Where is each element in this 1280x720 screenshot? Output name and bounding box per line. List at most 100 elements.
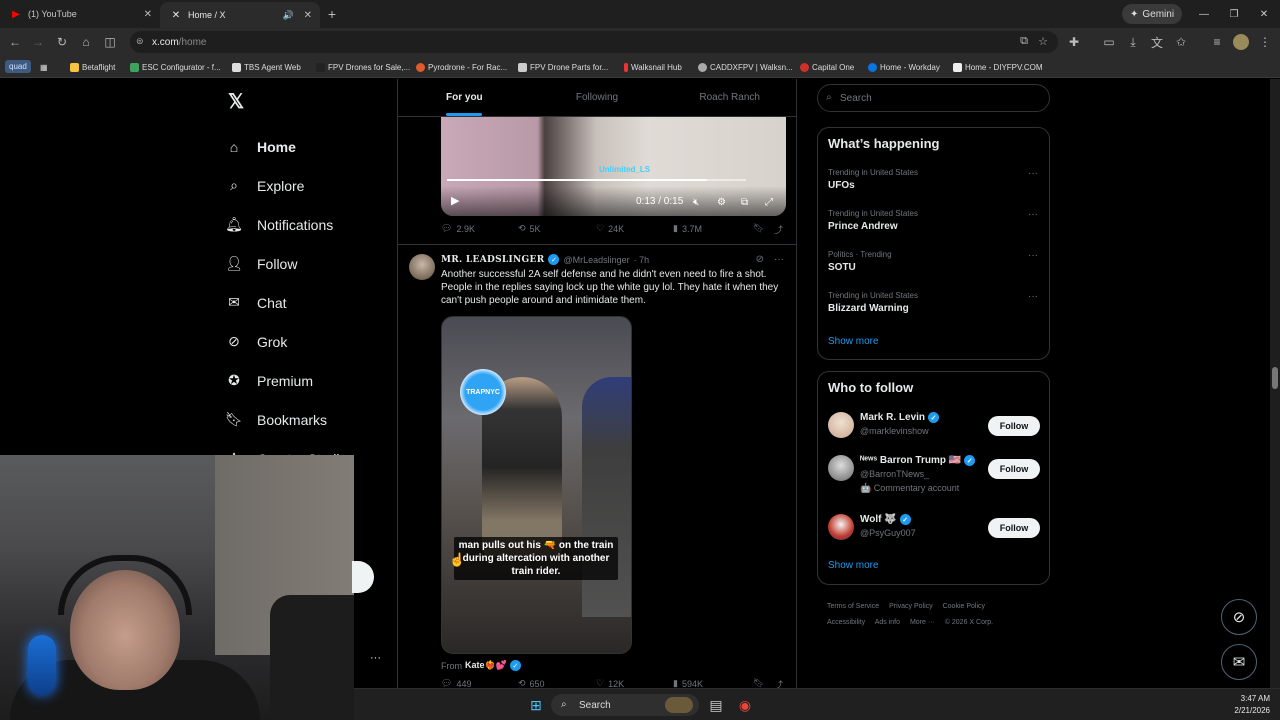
bookmark-tbs-agent[interactable]: TBS Agent Web bbox=[232, 60, 301, 74]
share-icon[interactable]: ⤴ bbox=[774, 678, 783, 688]
video-scrubber[interactable] bbox=[447, 179, 746, 181]
post-time[interactable]: · 7h bbox=[634, 255, 650, 265]
nav-chat[interactable]: ✉ Chat bbox=[225, 283, 347, 322]
author-handle[interactable]: @MrLeadslinger bbox=[563, 255, 629, 265]
views-button[interactable]: ▮ 594K bbox=[673, 678, 703, 688]
x-logo[interactable]: 𝕏 bbox=[228, 89, 244, 114]
tab-for-you[interactable]: For you bbox=[398, 79, 531, 116]
bookmark-icon[interactable]: 🔖︎ bbox=[753, 678, 764, 688]
avatar[interactable] bbox=[828, 455, 854, 481]
nav-bookmarks[interactable]: 🔖︎ Bookmarks bbox=[225, 400, 347, 439]
bookmark-star-icon[interactable]: ✩ bbox=[1173, 34, 1189, 50]
close-window-button[interactable]: ✕ bbox=[1248, 0, 1280, 28]
windows-start-icon[interactable]: ⊞ bbox=[526, 695, 546, 715]
share-icon[interactable]: ⤴ bbox=[774, 223, 783, 236]
footer-link[interactable]: More ··· bbox=[910, 619, 935, 626]
tab-x-home[interactable]: ✕ Home / X 🔊 ✕ bbox=[160, 2, 320, 28]
bookmark-pyrodrone[interactable]: Pyrodrone - For Rac... bbox=[416, 60, 507, 74]
extensions-icon[interactable]: ✚ bbox=[1066, 34, 1082, 50]
nav-follow[interactable]: 👤︎ Follow bbox=[225, 244, 347, 283]
reply-button[interactable]: 💬︎ 449 bbox=[441, 678, 471, 688]
profile-avatar[interactable] bbox=[1233, 34, 1249, 50]
more-icon[interactable]: ··· bbox=[1028, 168, 1038, 179]
chrome-icon[interactable]: ◉ bbox=[735, 695, 755, 715]
translate-icon[interactable]: 文 bbox=[1149, 34, 1165, 50]
avatar[interactable] bbox=[828, 514, 854, 540]
bookmark-diyfpv[interactable]: Home - DIYFPV.COM bbox=[953, 60, 1043, 74]
mute-icon[interactable]: 🔇︎ bbox=[693, 197, 699, 208]
trend-item[interactable]: Trending in United States Blizzard Warni… bbox=[828, 291, 1038, 314]
trend-item[interactable]: Trending in United States UFOs ··· bbox=[828, 168, 1038, 191]
menu-icon[interactable]: ⋮ bbox=[1257, 34, 1273, 50]
footer-link[interactable]: Accessibility bbox=[827, 619, 865, 626]
footer-link[interactable]: Ads info bbox=[875, 619, 900, 626]
media-icon[interactable]: ≡ bbox=[1209, 34, 1225, 50]
system-clock[interactable]: 3:47 AM 2/21/2026 bbox=[1234, 693, 1270, 717]
author-name[interactable]: MR. LEADSLINGER bbox=[441, 255, 544, 265]
grok-icon[interactable]: ⊘ bbox=[756, 254, 764, 265]
more-icon[interactable]: ··· bbox=[774, 254, 784, 265]
more-icon[interactable]: ··· bbox=[370, 652, 381, 664]
fullscreen-icon[interactable]: ⤢ bbox=[765, 197, 773, 208]
bookmark-esc-configurator[interactable]: ESC Configurator - f... bbox=[130, 60, 221, 74]
trend-item[interactable]: Politics · Trending SOTU ··· bbox=[828, 250, 1038, 273]
back-icon[interactable]: ← bbox=[7, 34, 23, 50]
site-info-icon[interactable]: ⊜ bbox=[136, 36, 144, 47]
play-icon[interactable]: ▶ bbox=[451, 194, 459, 207]
close-icon[interactable]: ✕ bbox=[304, 10, 312, 21]
show-more-link[interactable]: Show more bbox=[828, 336, 879, 347]
more-icon[interactable]: ··· bbox=[1028, 209, 1038, 220]
post-video[interactable]: TRAPNYC man pulls out his 🔫 on the train… bbox=[441, 316, 632, 654]
footer-link[interactable]: Cookie Policy bbox=[943, 603, 985, 610]
nav-grok[interactable]: ⊘ Grok bbox=[225, 322, 347, 361]
close-icon[interactable]: ✕ bbox=[144, 9, 152, 20]
bookmark-caddxfpv[interactable]: CADDXFPV | Walksn... bbox=[698, 60, 793, 74]
bookmark-fpv-drones[interactable]: FPV Drones for Sale,... bbox=[316, 60, 410, 74]
footer-link[interactable]: Terms of Service bbox=[827, 603, 879, 610]
tab-following[interactable]: Following bbox=[531, 79, 664, 116]
show-more-link[interactable]: Show more bbox=[828, 560, 879, 571]
star-icon[interactable]: ☆ bbox=[1038, 35, 1048, 48]
pip-icon[interactable]: ⧉ bbox=[741, 197, 748, 208]
nav-explore[interactable]: ⌕ Explore bbox=[225, 166, 347, 205]
like-button[interactable]: ♡ 24K bbox=[596, 223, 624, 234]
search-input[interactable]: ⌕ Search bbox=[817, 84, 1050, 112]
install-icon[interactable]: ⧉ bbox=[1020, 35, 1028, 48]
grok-fab[interactable]: ⊘ bbox=[1221, 599, 1257, 635]
nav-premium[interactable]: ✪ Premium bbox=[225, 361, 347, 400]
task-view-icon[interactable]: ▤ bbox=[706, 695, 726, 715]
restore-button[interactable]: ❐ bbox=[1218, 0, 1250, 28]
home-icon[interactable]: ⌂ bbox=[78, 34, 94, 50]
repost-button[interactable]: ⟲ 650 bbox=[518, 678, 545, 688]
follow-suggestion[interactable]: Mark R. Levin ✓ @marklevinshow Follow bbox=[828, 412, 1040, 452]
speaker-icon[interactable]: 🔊 bbox=[283, 10, 294, 21]
scrollbar-thumb[interactable] bbox=[1272, 367, 1278, 389]
follow-suggestion[interactable]: Wolf 🐺 ✓ @PsyGuy007 Follow bbox=[828, 514, 1040, 554]
footer-link[interactable]: Privacy Policy bbox=[889, 603, 933, 610]
nav-notifications[interactable]: 🔔︎ Notifications bbox=[225, 205, 347, 244]
nav-home[interactable]: ⌂ Home bbox=[225, 127, 347, 166]
avatar[interactable] bbox=[828, 412, 854, 438]
tab-roach-ranch[interactable]: Roach Ranch bbox=[663, 79, 796, 116]
avatar[interactable] bbox=[409, 254, 435, 280]
from-name[interactable]: Kate❤️‍🔥💕 bbox=[465, 660, 507, 671]
messages-fab[interactable]: ✉ bbox=[1221, 644, 1257, 680]
views-button[interactable]: ▮ 3.7M bbox=[673, 223, 702, 234]
bookmark-workday[interactable]: Home - Workday bbox=[868, 60, 940, 74]
bookmark-betaflight[interactable]: Betaflight bbox=[70, 60, 115, 74]
reload-icon[interactable]: ↻ bbox=[54, 34, 70, 50]
settings-icon[interactable]: ⚙ bbox=[717, 197, 726, 208]
trend-item[interactable]: Trending in United States Prince Andrew … bbox=[828, 209, 1038, 232]
like-button[interactable]: ♡ 12K bbox=[596, 678, 624, 688]
follow-button[interactable]: Follow bbox=[988, 459, 1040, 479]
page-scrollbar[interactable] bbox=[1270, 79, 1280, 688]
repost-button[interactable]: ⟲ 5K bbox=[518, 223, 541, 234]
follow-suggestion[interactable]: ᴺᵉʷˢ Barron Trump 🇺🇸 ✓ @BarronTNews_ 🤖 Co… bbox=[828, 455, 1040, 495]
more-icon[interactable]: ··· bbox=[1028, 291, 1038, 302]
bookmark-fpv-parts[interactable]: FPV Drone Parts for... bbox=[518, 60, 608, 74]
reply-button[interactable]: 💬︎ 2.9K bbox=[441, 223, 475, 234]
forward-icon[interactable]: → bbox=[30, 34, 46, 50]
reading-list-icon[interactable]: ▭ bbox=[1101, 34, 1117, 50]
bookmark-folder-quad[interactable]: quad bbox=[5, 60, 31, 73]
bookmark-capital-one[interactable]: Capital One bbox=[800, 60, 854, 74]
